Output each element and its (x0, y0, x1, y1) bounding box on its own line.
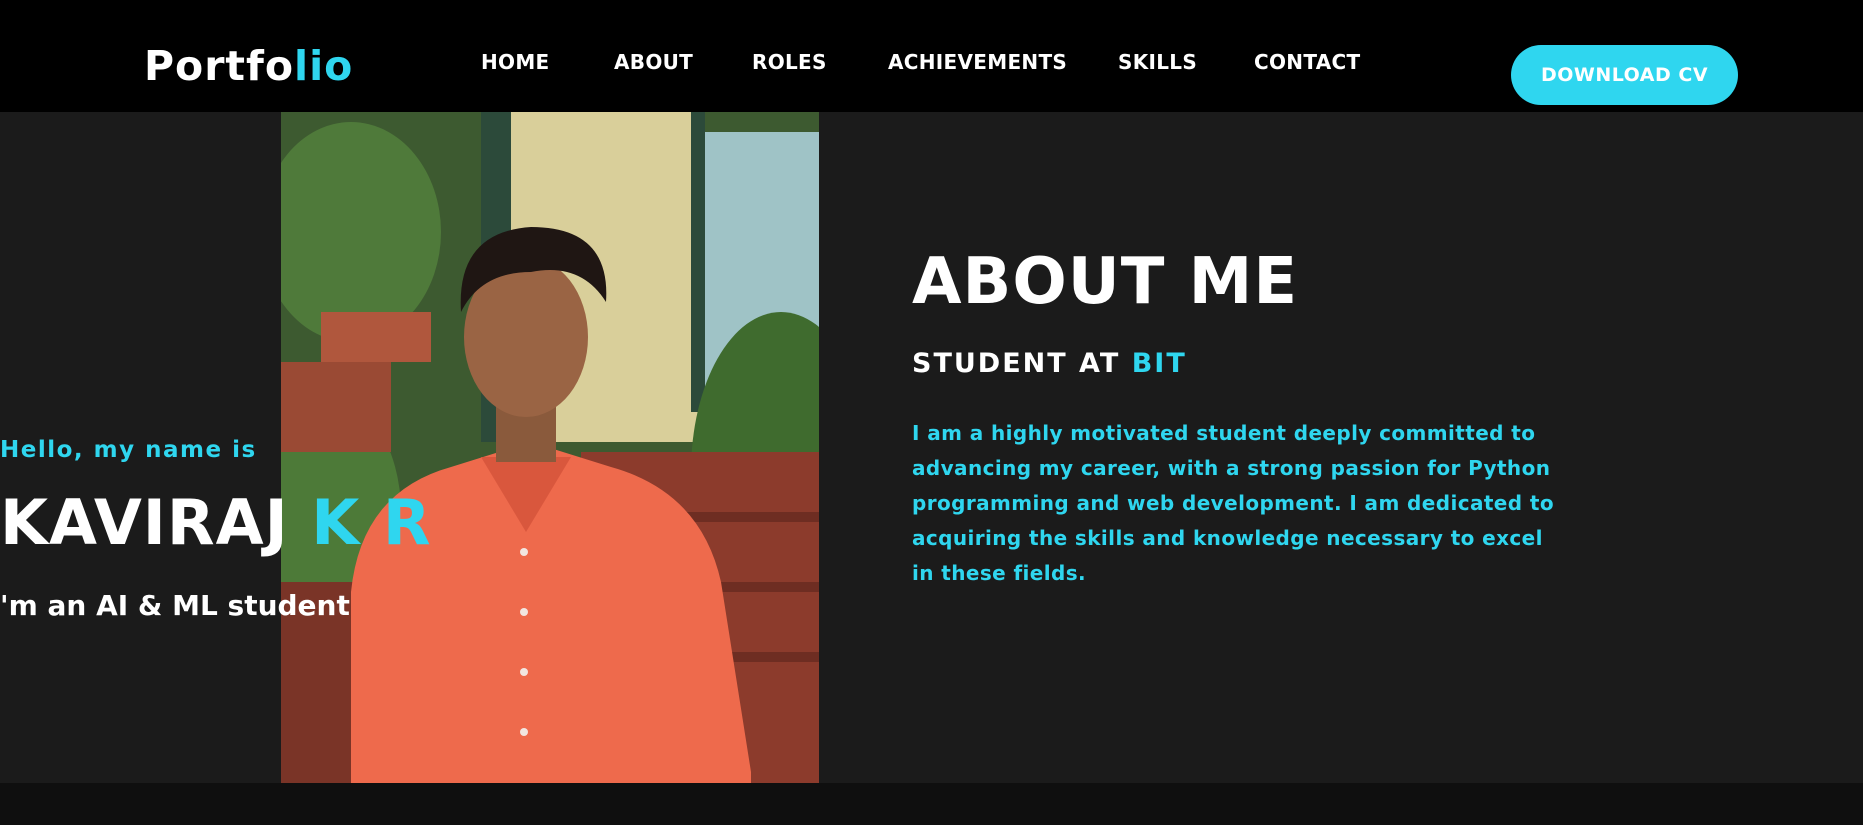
logo-accent: lio (294, 42, 354, 90)
logo[interactable]: Portfolio (144, 42, 353, 90)
hero-name: KAVIRAJ K R (0, 485, 432, 561)
about-subtitle: STUDENT AT BIT (912, 348, 1187, 379)
hero-tagline: 'm an AI & ML student (0, 589, 350, 622)
download-cv-button[interactable]: DOWNLOAD CV (1511, 45, 1738, 105)
nav-skills[interactable]: SKILLS (1118, 50, 1197, 74)
nav-contact[interactable]: CONTACT (1254, 50, 1360, 74)
site-header: Portfolio HOME ABOUT ROLES ACHIEVEMENTS … (0, 0, 1863, 112)
about-description: I am a highly motivated student deeply c… (912, 421, 1554, 585)
profile-photo-illustration (281, 112, 819, 783)
about-title: ABOUT ME (912, 245, 1299, 319)
about-subtitle-accent: BIT (1131, 348, 1187, 379)
nav-roles[interactable]: ROLES (752, 50, 827, 74)
about-subtitle-prefix: STUDENT AT (912, 348, 1121, 379)
hero-last-name: K R (311, 486, 432, 559)
nav-achievements[interactable]: ACHIEVEMENTS (888, 50, 1067, 74)
profile-photo (281, 112, 819, 783)
hero-first-name: KAVIRAJ (0, 486, 289, 559)
nav-home[interactable]: HOME (481, 50, 550, 74)
logo-main: Portfo (144, 42, 295, 90)
nav-about[interactable]: ABOUT (614, 50, 693, 74)
section-divider (0, 783, 1863, 825)
hero-greeting: Hello, my name is (0, 437, 257, 463)
